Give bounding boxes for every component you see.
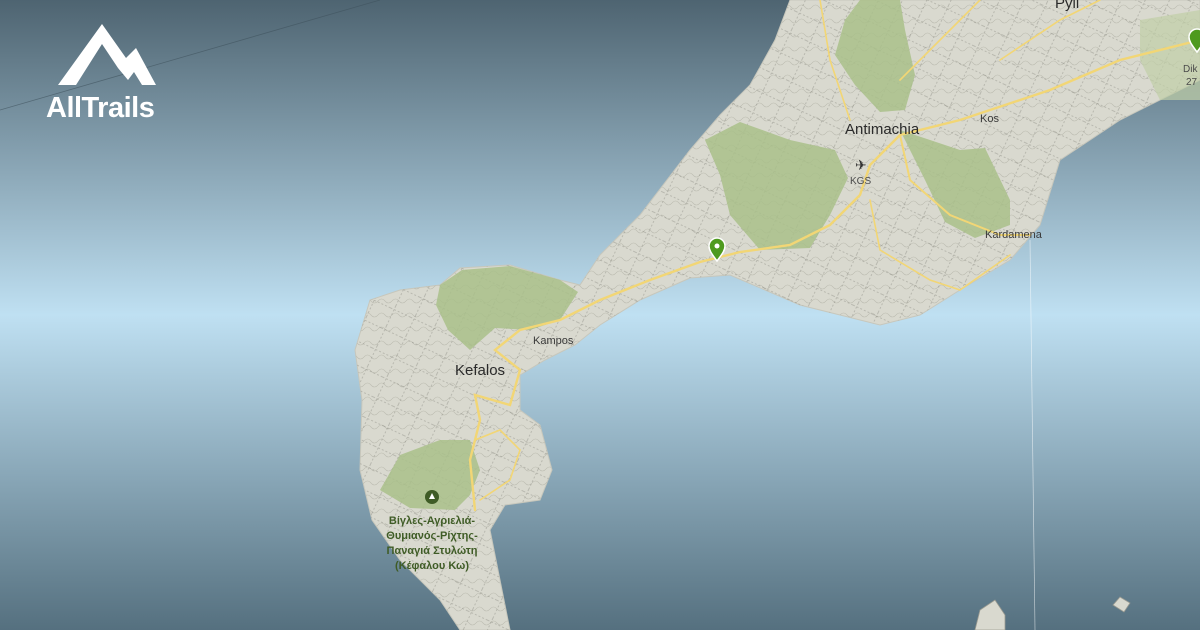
park-marker[interactable] <box>425 490 439 504</box>
airport-icon: ✈ <box>855 158 867 174</box>
label-kefalos: Kefalos <box>455 362 505 379</box>
label-kgs: KGS <box>850 176 871 187</box>
park-label-line-1: Βίγλες-Αγριελιά- <box>389 515 476 527</box>
trail-pin-dot <box>714 243 720 249</box>
park-label-line-2: Θυμιανός-Ρίχτης- <box>386 530 478 542</box>
park-label-line-4: (Κέφαλου Κω) <box>395 560 469 572</box>
label-dik: Dik <box>1183 64 1198 75</box>
park-label-line-3: Παναγιά Στυλώτη <box>387 545 478 557</box>
label-dik-num: 27 <box>1186 77 1198 88</box>
map-stage: ✈ Pyli Antimachia Kos KGS Kardamena Kamp… <box>0 0 1200 630</box>
airport-marker[interactable]: ✈ <box>855 158 867 174</box>
label-kardamena: Kardamena <box>985 229 1043 241</box>
label-kampos: Kampos <box>533 335 574 347</box>
label-antimachia: Antimachia <box>845 121 920 138</box>
mountain-logo-shape <box>58 24 156 85</box>
map-canvas[interactable]: ✈ Pyli Antimachia Kos KGS Kardamena Kamp… <box>0 0 1200 630</box>
brand-name[interactable]: AllTrails <box>46 92 155 125</box>
label-kos: Kos <box>980 113 999 125</box>
label-pyli: Pyli <box>1055 0 1079 12</box>
